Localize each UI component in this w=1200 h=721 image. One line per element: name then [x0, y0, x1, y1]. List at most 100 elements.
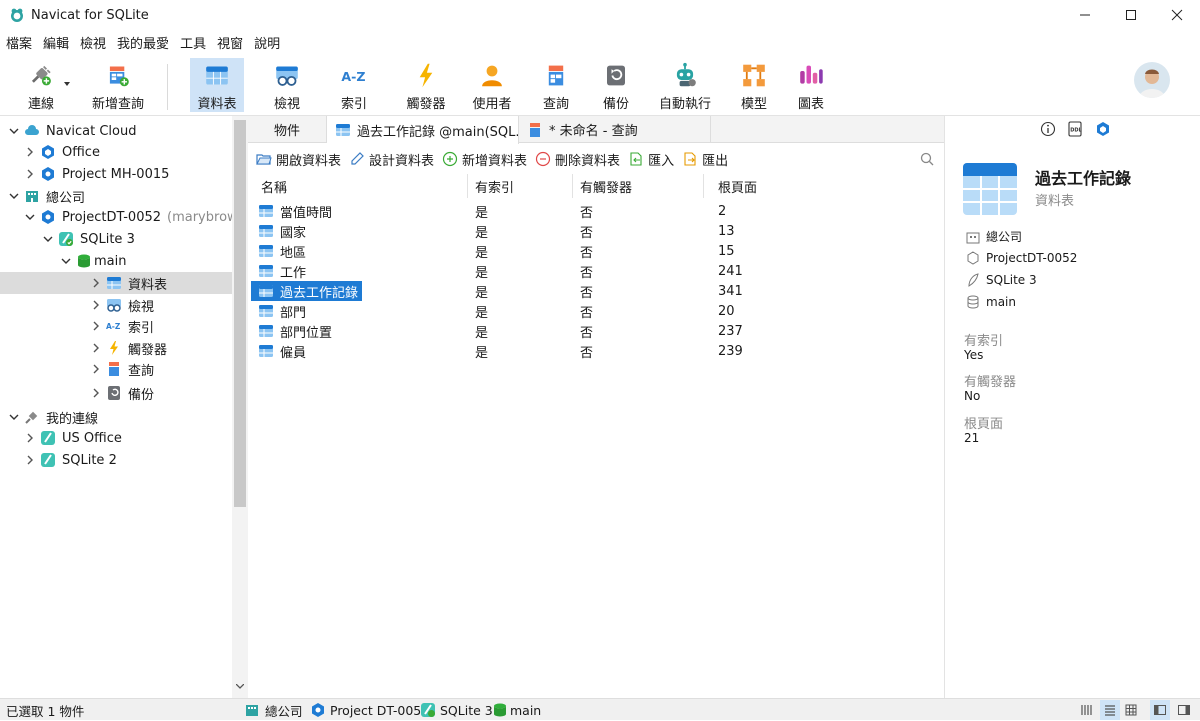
table-row[interactable]: 當值時間 是 否 2: [248, 201, 944, 221]
backup-button[interactable]: 備份: [592, 58, 640, 112]
new-table-button[interactable]: 新增資料表: [442, 150, 527, 169]
automation-button[interactable]: 自動執行: [656, 58, 714, 112]
toggle-sidebar-button[interactable]: [1150, 700, 1170, 720]
menu-tools[interactable]: 工具: [180, 33, 206, 52]
tree-views[interactable]: 檢視: [0, 294, 232, 316]
plug-icon: [31, 65, 51, 86]
tab-objects[interactable]: 物件: [248, 116, 327, 143]
cell-has-index: 是: [475, 205, 489, 221]
info-icon[interactable]: [1040, 121, 1056, 137]
tree-project-mh[interactable]: Project MH-0015: [0, 163, 232, 185]
column-header-has-trigger[interactable]: 有觸發器: [573, 174, 704, 198]
delete-table-label: 刪除資料表: [555, 153, 621, 169]
root-page-value: 21: [964, 431, 980, 445]
tree-label: 我的連線: [46, 411, 99, 427]
tree-backups[interactable]: 備份: [0, 382, 232, 404]
design-table-button[interactable]: 設計資料表: [349, 150, 434, 169]
status-selection: 已選取 1 物件: [6, 703, 85, 719]
table-row[interactable]: 地區 是 否 15: [248, 241, 944, 261]
cell-root-page: 341: [718, 283, 743, 299]
charts-label: 圖表: [797, 97, 824, 112]
connect-button[interactable]: 連線: [16, 58, 66, 112]
tab-table[interactable]: 過去工作記錄 @main(SQL...: [327, 116, 519, 144]
triggers-label: 觸發器: [406, 97, 446, 112]
tree-project-dt[interactable]: ProjectDT-0052 (marybrown@: [0, 206, 232, 228]
export-button[interactable]: 匯出: [682, 150, 728, 169]
views-button[interactable]: 檢視: [262, 58, 312, 112]
indexes-button[interactable]: A-Z 索引: [330, 58, 378, 112]
tab-query[interactable]: * 未命名 - 查詢: [519, 116, 711, 143]
table-icon: [206, 66, 228, 85]
design-table-label: 設計資料表: [369, 153, 435, 169]
tree-tables[interactable]: 資料表: [0, 272, 232, 294]
detail-view-button[interactable]: [1100, 700, 1120, 720]
delete-table-button[interactable]: 刪除資料表: [535, 150, 620, 169]
table-row[interactable]: 僱員 是 否 239: [248, 341, 944, 361]
navicat-logo-icon: [11, 8, 23, 22]
tree-indexes[interactable]: A-Z 索引: [0, 315, 232, 337]
tables-button[interactable]: 資料表: [190, 58, 244, 112]
tree-sqlite2[interactable]: SQLite 2: [0, 449, 232, 471]
menu-help[interactable]: 說明: [254, 33, 280, 52]
close-button[interactable]: [1154, 0, 1200, 30]
menu-file[interactable]: 檔案: [6, 33, 32, 52]
connect-label: 連線: [27, 97, 54, 112]
column-header-has-index[interactable]: 有索引: [468, 174, 573, 198]
open-table-button[interactable]: 開啟資料表: [256, 150, 341, 169]
model-button[interactable]: 模型: [732, 58, 776, 112]
tree-main[interactable]: main: [0, 250, 232, 272]
column-header-root-page[interactable]: 根頁面: [704, 174, 834, 198]
ddl-icon[interactable]: DDL: [1067, 121, 1083, 137]
detail-panel-icon[interactable]: [1177, 703, 1191, 717]
tree-hq[interactable]: 總公司: [0, 185, 232, 207]
open-table-label: 開啟資料表: [276, 153, 342, 169]
table-row[interactable]: 部門 是 否 20: [248, 301, 944, 321]
minimize-button[interactable]: [1062, 0, 1108, 30]
search-icon[interactable]: [920, 152, 934, 166]
menu-window[interactable]: 視窗: [217, 33, 243, 52]
charts-button[interactable]: 圖表: [790, 58, 832, 112]
svg-text:A-Z: A-Z: [341, 69, 365, 84]
chevron-right-icon: [93, 343, 99, 353]
scroll-down-icon[interactable]: [236, 684, 244, 690]
has-index-label: 有索引: [964, 334, 1004, 349]
tree-label: ProjectDT-0052: [62, 209, 162, 225]
chevron-right-icon: [93, 278, 99, 288]
tree-us-office[interactable]: US Office: [0, 427, 232, 449]
avatar[interactable]: [1134, 62, 1170, 98]
backup-icon: [607, 65, 625, 86]
chevron-right-icon: [27, 169, 33, 179]
queries-button[interactable]: 查詢: [532, 58, 580, 112]
new-query-button[interactable]: 新增查詢: [88, 58, 148, 112]
path-label: 總公司: [986, 230, 1023, 244]
menu-favorites[interactable]: 我的最愛: [117, 33, 169, 52]
tree-my-connections[interactable]: 我的連線: [0, 406, 232, 428]
cell-name: 當值時間: [251, 201, 336, 221]
import-button[interactable]: 匯入: [628, 150, 674, 169]
table-large-icon: [963, 163, 1017, 215]
detail-path-database: main: [965, 294, 1016, 310]
hexagon-icon[interactable]: [1095, 121, 1111, 137]
list-view-icon[interactable]: [1080, 703, 1094, 717]
dropdown-arrow-icon[interactable]: [64, 82, 70, 86]
table-row[interactable]: 部門位置 是 否 237: [248, 321, 944, 341]
menu-view[interactable]: 檢視: [80, 33, 106, 52]
tree-queries[interactable]: 查詢: [0, 358, 232, 380]
table-row[interactable]: 國家 是 否 13: [248, 221, 944, 241]
tree-label: 索引: [128, 320, 155, 336]
tree-sqlite3[interactable]: SQLite 3: [0, 228, 232, 250]
sidebar-scrollbar[interactable]: [232, 116, 248, 698]
menu-edit[interactable]: 編輯: [43, 33, 69, 52]
grid-view-icon[interactable]: [1124, 703, 1138, 717]
scrollbar-thumb[interactable]: [234, 120, 246, 507]
table-row[interactable]: 過去工作記錄 是 否 341: [248, 281, 944, 301]
table-row[interactable]: 工作 是 否 241: [248, 261, 944, 281]
tree-navicat-cloud[interactable]: Navicat Cloud: [0, 120, 232, 142]
tree-triggers[interactable]: 觸發器: [0, 337, 232, 359]
column-header-name[interactable]: 名稱: [248, 174, 468, 198]
triggers-button[interactable]: 觸發器: [398, 58, 454, 112]
tree-office[interactable]: Office: [0, 141, 232, 163]
menu-bar: 檔案 編輯 檢視 我的最愛 工具 視窗 說明: [0, 30, 1200, 54]
users-button[interactable]: 使用者: [468, 58, 516, 112]
maximize-button[interactable]: [1108, 0, 1154, 30]
